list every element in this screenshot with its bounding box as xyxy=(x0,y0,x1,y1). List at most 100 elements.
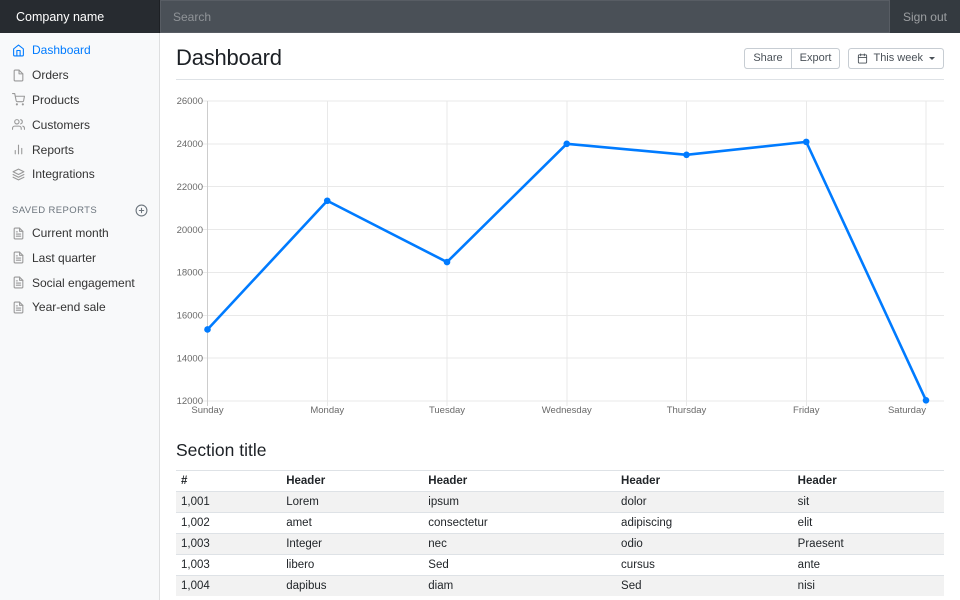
sidebar-item-label: Dashboard xyxy=(32,43,91,57)
column-header: Header xyxy=(616,471,793,492)
table-cell: nisi xyxy=(793,576,944,597)
search-input[interactable] xyxy=(160,0,890,33)
saved-report-current-month[interactable]: Current month xyxy=(0,221,160,246)
sidebar-item-reports[interactable]: Reports xyxy=(0,137,160,162)
table-cell: ipsum xyxy=(423,492,616,513)
section-title: Section title xyxy=(176,440,944,461)
saved-report-label: Social engagement xyxy=(32,276,135,290)
sidebar: Dashboard Orders Products Customers Repo… xyxy=(0,33,160,600)
sidebar-item-customers[interactable]: Customers xyxy=(0,112,160,137)
saved-report-year-end-sale[interactable]: Year-end sale xyxy=(0,295,160,320)
home-icon xyxy=(12,44,25,57)
share-button[interactable]: Share xyxy=(744,48,791,69)
table-cell: dapibus xyxy=(281,576,423,597)
svg-text:26000: 26000 xyxy=(177,96,203,107)
line-chart-svg: 1200014000160001800020000220002400026000… xyxy=(176,92,944,422)
period-dropdown-button[interactable]: This week xyxy=(848,48,944,69)
table-header-row: #HeaderHeaderHeaderHeader xyxy=(176,471,944,492)
weekly-line-chart: 1200014000160001800020000220002400026000… xyxy=(176,92,944,425)
saved-report-last-quarter[interactable]: Last quarter xyxy=(0,245,160,270)
sidebar-item-label: Integrations xyxy=(32,167,95,181)
svg-text:Wednesday: Wednesday xyxy=(542,405,592,416)
column-header: # xyxy=(176,471,281,492)
shopping-cart-icon xyxy=(12,93,25,106)
brand-link[interactable]: Company name xyxy=(0,0,160,33)
page-title: Dashboard xyxy=(176,45,282,71)
table-cell: dolor xyxy=(616,492,793,513)
users-icon xyxy=(12,118,25,131)
period-label: This week xyxy=(873,51,923,65)
sidebar-item-label: Customers xyxy=(32,118,90,132)
saved-reports-label: Saved reports xyxy=(12,205,97,216)
svg-text:Sunday: Sunday xyxy=(191,405,223,416)
file-icon xyxy=(12,69,25,82)
main-content: Dashboard Share Export This week 1200014… xyxy=(160,33,960,600)
svg-text:22000: 22000 xyxy=(177,182,203,193)
file-text-icon xyxy=(12,227,25,240)
table-row: 1,002ametconsecteturadipiscingelit xyxy=(176,513,944,534)
table-cell: Sed xyxy=(423,555,616,576)
sidebar-item-label: Orders xyxy=(32,68,69,82)
file-text-icon xyxy=(12,251,25,264)
svg-text:14000: 14000 xyxy=(177,353,203,364)
table-cell: libero xyxy=(281,555,423,576)
column-header: Header xyxy=(793,471,944,492)
table-cell: amet xyxy=(281,513,423,534)
svg-text:16000: 16000 xyxy=(177,310,203,321)
table-cell: Praesent xyxy=(793,534,944,555)
table-cell: elit xyxy=(793,513,944,534)
saved-reports-heading: Saved reports xyxy=(0,200,160,221)
toolbar: Share Export This week xyxy=(744,48,944,69)
svg-text:18000: 18000 xyxy=(177,268,203,279)
sidebar-item-orders[interactable]: Orders xyxy=(0,63,160,88)
page-header: Dashboard Share Export This week xyxy=(176,33,944,80)
table-row: 1,004dapibusdiamSednisi xyxy=(176,576,944,597)
table-cell: diam xyxy=(423,576,616,597)
svg-text:Tuesday: Tuesday xyxy=(429,405,465,416)
calendar-icon xyxy=(857,53,868,64)
table-cell: 1,001 xyxy=(176,492,281,513)
sidebar-item-products[interactable]: Products xyxy=(0,88,160,113)
table-cell: Sed xyxy=(616,576,793,597)
table-cell: 1,004 xyxy=(176,576,281,597)
table-cell: cursus xyxy=(616,555,793,576)
bar-chart-icon xyxy=(12,143,25,156)
saved-report-label: Year-end sale xyxy=(32,300,106,314)
saved-report-label: Last quarter xyxy=(32,251,96,265)
table-cell: Lorem xyxy=(281,492,423,513)
sign-out-link[interactable]: Sign out xyxy=(890,0,960,33)
sidebar-item-integrations[interactable]: Integrations xyxy=(0,162,160,187)
table-cell: consectetur xyxy=(423,513,616,534)
saved-reports-nav: Current month Last quarter Social engage… xyxy=(0,221,160,320)
export-button[interactable]: Export xyxy=(791,48,841,69)
table-row: 1,003IntegernecodioPraesent xyxy=(176,534,944,555)
table-cell: adipiscing xyxy=(616,513,793,534)
sidebar-nav: Dashboard Orders Products Customers Repo… xyxy=(0,38,160,187)
svg-text:24000: 24000 xyxy=(177,139,203,150)
plus-circle-icon[interactable] xyxy=(135,204,148,217)
table-cell: sit xyxy=(793,492,944,513)
data-table: #HeaderHeaderHeaderHeader 1,001Loremipsu… xyxy=(176,470,944,596)
file-text-icon xyxy=(12,276,25,289)
table-cell: ante xyxy=(793,555,944,576)
file-text-icon xyxy=(12,301,25,314)
top-navbar: Company name Sign out xyxy=(0,0,960,33)
column-header: Header xyxy=(423,471,616,492)
table-cell: Integer xyxy=(281,534,423,555)
layers-icon xyxy=(12,168,25,181)
sidebar-item-dashboard[interactable]: Dashboard xyxy=(0,38,160,63)
table-cell: 1,002 xyxy=(176,513,281,534)
table-cell: 1,003 xyxy=(176,555,281,576)
svg-text:Friday: Friday xyxy=(793,405,820,416)
chevron-down-icon xyxy=(929,57,935,63)
svg-text:Saturday: Saturday xyxy=(888,405,926,416)
table-row: 1,003liberoSedcursusante xyxy=(176,555,944,576)
sidebar-item-label: Reports xyxy=(32,143,74,157)
sidebar-item-label: Products xyxy=(32,93,79,107)
table-row: 1,001Loremipsumdolorsit xyxy=(176,492,944,513)
table-cell: 1,003 xyxy=(176,534,281,555)
saved-report-social-engagement[interactable]: Social engagement xyxy=(0,270,160,295)
table-cell: odio xyxy=(616,534,793,555)
svg-text:Thursday: Thursday xyxy=(667,405,707,416)
saved-report-label: Current month xyxy=(32,226,109,240)
